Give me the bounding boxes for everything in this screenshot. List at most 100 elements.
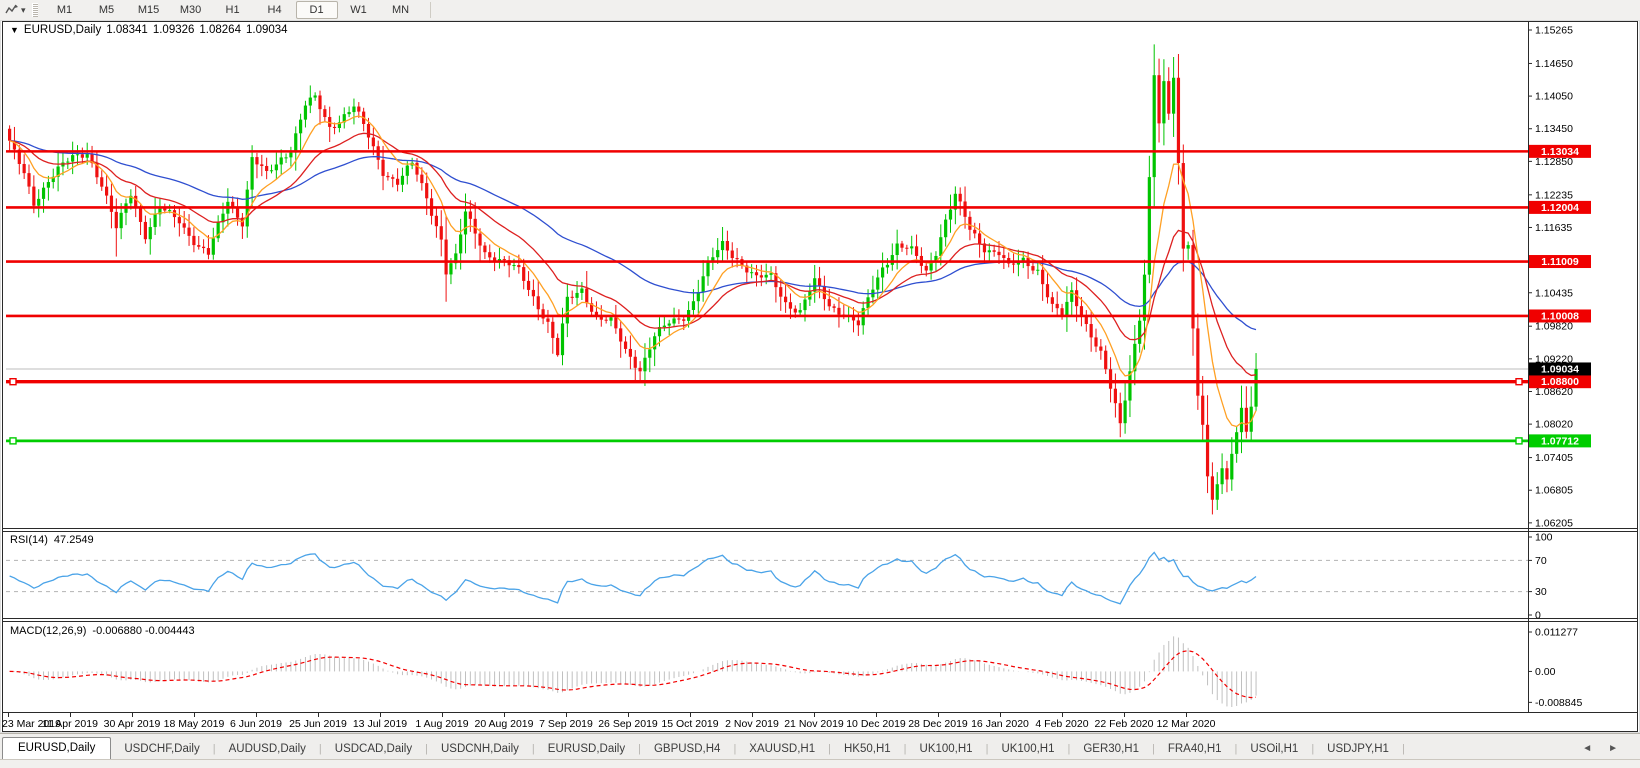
price-chip: 1.11009: [1529, 255, 1591, 268]
chart-tab-uk100-h1[interactable]: UK100,H1: [988, 739, 1067, 760]
svg-text:1.07712: 1.07712: [1541, 435, 1579, 447]
chart-tab-usdjpy-h1[interactable]: USDJPY,H1: [1314, 739, 1402, 760]
date-axis-label: 26 Sep 2019: [598, 718, 658, 730]
date-axis-label: 10 Dec 2019: [846, 718, 906, 730]
toolbar-grip[interactable]: [32, 3, 38, 17]
timeframe-toolbar: ▾ M1M5M15M30H1H4D1W1MN: [0, 0, 1640, 21]
price-chip: 1.09034: [1529, 362, 1591, 375]
date-axis-label: 2 Nov 2019: [725, 718, 779, 730]
chart-tab-usdchf-daily[interactable]: USDCHF,Daily: [111, 739, 212, 760]
chart-tab-eurusd-daily[interactable]: EURUSD,Daily: [2, 737, 111, 760]
price-chip: 1.07712: [1529, 434, 1591, 447]
draw-tool-icon[interactable]: [3, 2, 21, 18]
tab-scroll-arrows: ◄ ►: [1582, 743, 1640, 760]
date-axis-label: 16 Jan 2020: [971, 718, 1029, 730]
chart-title: ▼ EURUSD,Daily 1.08341 1.09326 1.08264 1…: [10, 24, 288, 36]
ohlc-low: 1.08264: [199, 24, 241, 36]
rsi-label: RSI(14) 47.2549: [10, 534, 94, 546]
ohlc-high: 1.09326: [153, 24, 195, 36]
svg-text:1.08800: 1.08800: [1541, 376, 1579, 388]
chart-tab-xauusd-h1[interactable]: XAUUSD,H1: [736, 739, 828, 760]
timeframe-button-d1[interactable]: D1: [296, 1, 338, 19]
svg-text:1.13034: 1.13034: [1541, 146, 1579, 158]
price-axis-label: 1.10435: [1535, 287, 1573, 299]
level-handle[interactable]: [10, 438, 16, 444]
timeframe-button-h4[interactable]: H4: [254, 1, 296, 19]
timeframe-button-m5[interactable]: M5: [86, 1, 128, 19]
chart-tab-audusd-daily[interactable]: AUDUSD,Daily: [216, 739, 319, 760]
date-axis-label: 11 Apr 2019: [42, 718, 98, 730]
rsi-axis-label: 30: [1535, 586, 1547, 598]
timeframe-button-mn[interactable]: MN: [380, 1, 422, 19]
date-axis-label: 15 Oct 2019: [661, 718, 718, 730]
timeframe-button-h1[interactable]: H1: [212, 1, 254, 19]
chart-tabbar: EURUSD,DailyUSDCHF,Daily|AUDUSD,Daily|US…: [0, 733, 1640, 760]
chart-tab-fra40-h1[interactable]: FRA40,H1: [1155, 739, 1235, 760]
price-axis-label: 1.15265: [1535, 25, 1573, 37]
date-axis-label: 7 Sep 2019: [539, 718, 593, 730]
status-strip: [0, 759, 1640, 768]
chart-tab-eurusd-daily[interactable]: EURUSD,Daily: [535, 739, 638, 760]
price-axis-label: 1.06205: [1535, 517, 1573, 529]
chart-tab-usdcnh-daily[interactable]: USDCNH,Daily: [428, 739, 532, 760]
price-axis-label: 1.14650: [1535, 58, 1573, 70]
price-axis-label: 1.09820: [1535, 321, 1573, 333]
svg-text:1.11009: 1.11009: [1541, 256, 1579, 268]
date-axis-label: 1 Aug 2019: [415, 718, 468, 730]
date-axis-label: 6 Jun 2019: [230, 718, 282, 730]
date-axis-label: 13 Jul 2019: [353, 718, 407, 730]
timeframe-button-w1[interactable]: W1: [338, 1, 380, 19]
macd-axis-label: 0.011277: [1535, 627, 1578, 639]
macd-axis-label: 0.00: [1535, 666, 1556, 678]
date-axis-label: 30 Apr 2019: [104, 718, 161, 730]
date-axis-label: 28 Dec 2019: [908, 718, 968, 730]
price-axis-label: 1.06805: [1535, 485, 1573, 497]
price-axis-label: 1.13450: [1535, 123, 1573, 135]
svg-text:1.09034: 1.09034: [1541, 363, 1579, 375]
collapse-icon[interactable]: ▼: [10, 25, 19, 35]
tab-scroll-right-icon[interactable]: ►: [1608, 743, 1618, 754]
chart-tab-uk100-h1[interactable]: UK100,H1: [907, 739, 986, 760]
tool-dropdown-caret[interactable]: ▾: [21, 5, 26, 16]
chart-tab-usoil-h1[interactable]: USOil,H1: [1237, 739, 1311, 760]
price-chip: 1.13034: [1529, 145, 1591, 158]
level-handle[interactable]: [1516, 438, 1522, 444]
toolbar-separator: [430, 2, 431, 18]
date-axis-label: 20 Aug 2019: [475, 718, 534, 730]
chart-canvas[interactable]: 1.152651.146501.140501.134501.128501.122…: [0, 20, 1640, 733]
date-axis-label: 4 Feb 2020: [1035, 718, 1088, 730]
date-axis-label: 25 Jun 2019: [289, 718, 347, 730]
date-axis-label: 12 Mar 2020: [1157, 718, 1216, 730]
date-axis-label: 21 Nov 2019: [784, 718, 844, 730]
price-chip: 1.12004: [1529, 201, 1591, 214]
svg-text:1.12004: 1.12004: [1541, 202, 1579, 214]
timeframe-button-m1[interactable]: M1: [44, 1, 86, 19]
symbol-label: EURUSD,Daily: [24, 24, 101, 36]
tab-scroll-left-icon[interactable]: ◄: [1582, 743, 1592, 754]
timeframe-button-m15[interactable]: M15: [128, 1, 170, 19]
chart-tab-gbpusd-h4[interactable]: GBPUSD,H4: [641, 739, 733, 760]
timeframe-button-m30[interactable]: M30: [170, 1, 212, 19]
level-handle[interactable]: [10, 379, 16, 385]
ohlc-open: 1.08341: [106, 24, 148, 36]
trading-terminal: ▾ M1M5M15M30H1H4D1W1MN 1.15265 1.14650 1.1…: [0, 0, 1640, 768]
macd-axis-label: -0.008845: [1535, 697, 1582, 709]
rsi-axis-label: 0: [1535, 610, 1541, 622]
date-axis-label: 18 May 2019: [164, 718, 225, 730]
tab-divider: |: [1402, 743, 1405, 760]
price-axis-label: 1.14050: [1535, 91, 1573, 103]
price-chip: 1.10008: [1529, 309, 1591, 322]
chart-tab-usdcad-daily[interactable]: USDCAD,Daily: [322, 739, 425, 760]
chart-tab-hk50-h1[interactable]: HK50,H1: [831, 739, 904, 760]
rsi-axis-label: 100: [1535, 532, 1553, 544]
price-axis-label: 1.08020: [1535, 419, 1573, 431]
price-chip: 1.08800: [1529, 375, 1591, 388]
chart-tab-ger30-h1[interactable]: GER30,H1: [1070, 739, 1152, 760]
date-axis-label: 22 Feb 2020: [1095, 718, 1154, 730]
ohlc-close: 1.09034: [246, 24, 288, 36]
level-handle[interactable]: [1516, 379, 1522, 385]
chart-window: 1.152651.146501.140501.134501.128501.122…: [0, 20, 1640, 733]
rsi-axis-label: 70: [1535, 555, 1547, 567]
macd-label: MACD(12,26,9) -0.006880 -0.004443: [10, 625, 195, 637]
price-axis-label: 1.11635: [1535, 222, 1572, 234]
